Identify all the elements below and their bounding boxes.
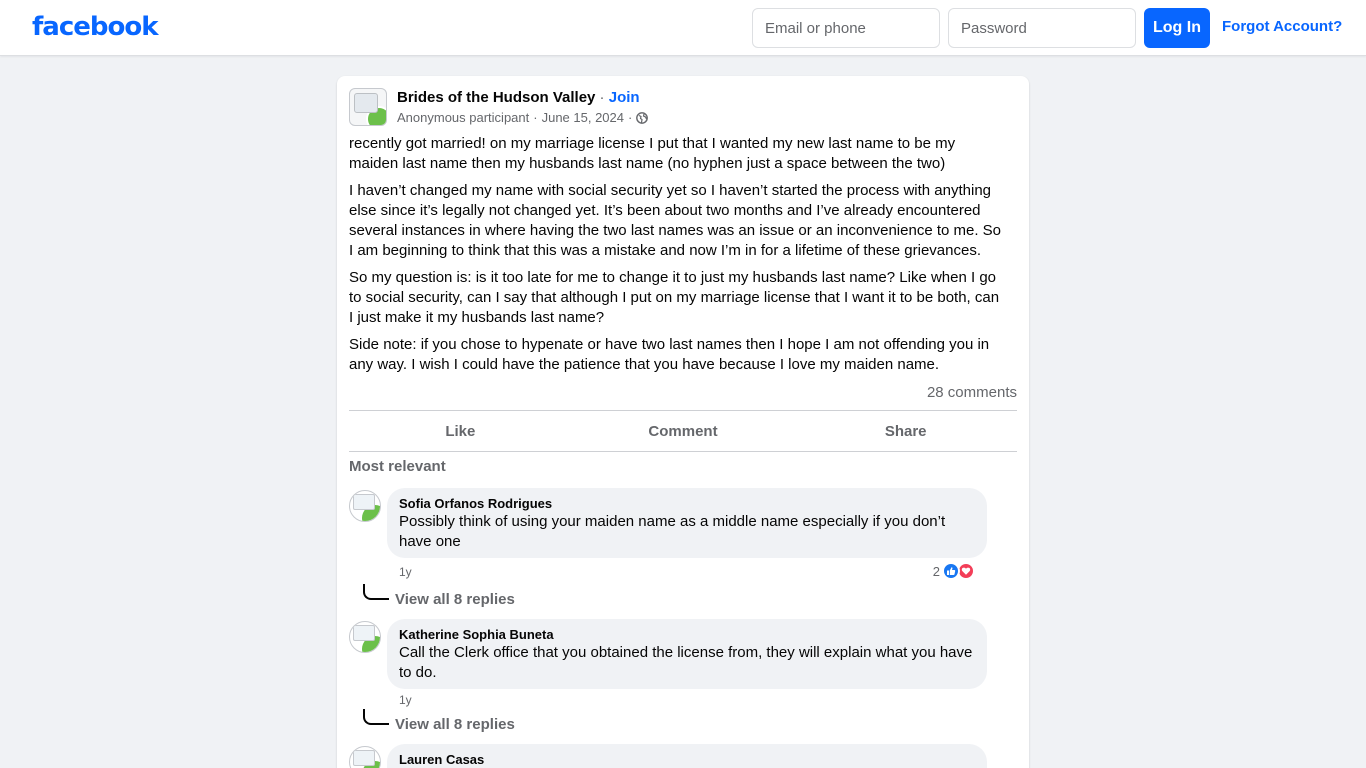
comment: Lauren Casas xyxy=(349,744,1009,768)
share-button[interactable]: Share xyxy=(794,411,1017,451)
group-name-link[interactable]: Brides of the Hudson Valley xyxy=(397,89,595,106)
comment-bubble: Katherine Sophia Buneta Call the Clerk o… xyxy=(387,619,987,689)
like-button[interactable]: Like xyxy=(349,411,572,451)
comment-sort-dropdown[interactable]: Most relevant xyxy=(349,458,446,475)
post-paragraph: recently got married! on my marriage lic… xyxy=(349,135,956,172)
comment-button[interactable]: Comment xyxy=(572,411,795,451)
group-avatar[interactable] xyxy=(349,88,387,126)
avatar[interactable] xyxy=(349,746,381,768)
join-group-link[interactable]: Join xyxy=(609,89,640,106)
view-replies-button[interactable]: View all 8 replies xyxy=(395,716,515,733)
comment: Katherine Sophia Buneta Call the Clerk o… xyxy=(349,619,1009,744)
forgot-account-link[interactable]: Forgot Account? xyxy=(1222,18,1342,35)
reply-thread-line xyxy=(363,709,389,725)
comment: Sofia Orfanos Rodrigues Possibly think o… xyxy=(349,488,1009,618)
comment-text: Possibly think of using your maiden name… xyxy=(399,513,946,550)
post-paragraph: So my question is: is it too late for me… xyxy=(349,269,1000,326)
globe-icon xyxy=(636,111,649,124)
post-body: recently got married! on my marriage lic… xyxy=(349,134,1005,382)
meta-separator: · xyxy=(533,110,538,125)
meta-separator: · xyxy=(628,110,633,125)
comment-author[interactable]: Lauren Casas xyxy=(399,752,975,768)
comment-timestamp[interactable]: 1y xyxy=(399,693,412,707)
comment-bubble: Lauren Casas xyxy=(387,744,987,768)
post-author: Anonymous participant xyxy=(397,110,530,125)
comment-count[interactable]: 28 comments xyxy=(927,384,1017,401)
thumbs-up-icon xyxy=(942,562,960,580)
comment-author[interactable]: Sofia Orfanos Rodrigues xyxy=(399,496,975,512)
post-header-title: Brides of the Hudson Valley · Join xyxy=(397,89,640,106)
post-paragraph: Side note: if you chose to hypenate or h… xyxy=(349,336,990,373)
comment-text: Call the Clerk office that you obtained … xyxy=(399,644,973,681)
facebook-logo[interactable]: facebook xyxy=(32,12,159,42)
post-action-bar: Like Comment Share xyxy=(349,410,1017,452)
email-input[interactable] xyxy=(752,8,940,48)
reply-thread-line xyxy=(363,584,389,600)
top-bar: facebook Log In Forgot Account? xyxy=(0,0,1366,56)
password-input[interactable] xyxy=(948,8,1136,48)
post-paragraph: I haven’t changed my name with social se… xyxy=(349,182,1002,259)
post-date[interactable]: June 15, 2024 xyxy=(542,110,624,125)
comment-timestamp[interactable]: 1y xyxy=(399,565,412,579)
title-separator: · xyxy=(595,89,609,106)
comment-bubble: Sofia Orfanos Rodrigues Possibly think o… xyxy=(387,488,987,558)
view-replies-button[interactable]: View all 8 replies xyxy=(395,591,515,608)
avatar[interactable] xyxy=(349,621,381,653)
reaction-count: 2 xyxy=(932,563,940,579)
post-card: Brides of the Hudson Valley · Join Anony… xyxy=(337,76,1029,768)
comment-author[interactable]: Katherine Sophia Buneta xyxy=(399,627,975,643)
avatar[interactable] xyxy=(349,490,381,522)
post-meta: Anonymous participant · June 15, 2024 · xyxy=(397,110,649,125)
login-button[interactable]: Log In xyxy=(1144,8,1210,48)
reaction-summary[interactable]: 2 xyxy=(933,562,975,580)
